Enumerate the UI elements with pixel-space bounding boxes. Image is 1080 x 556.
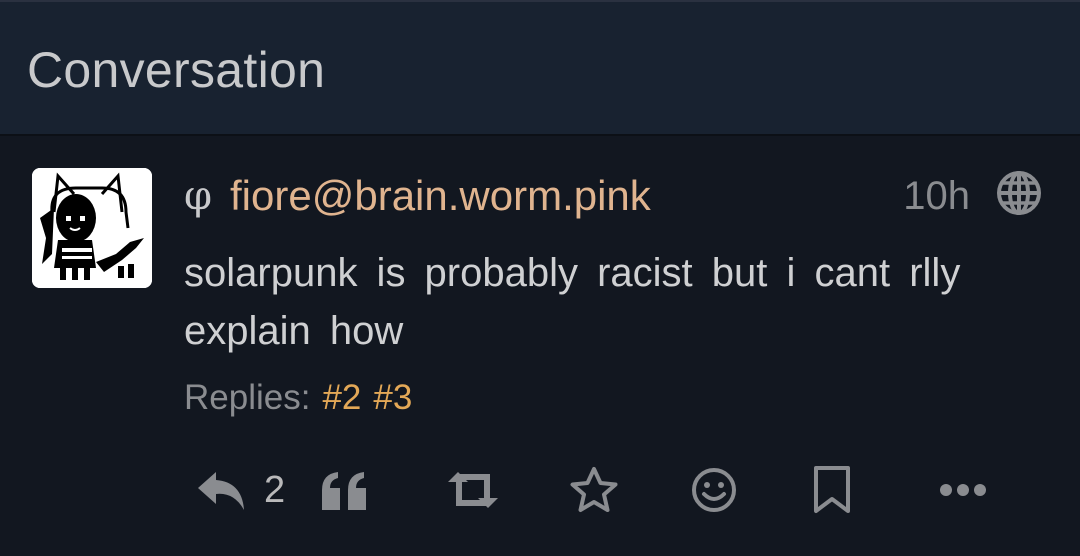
globe-icon: [996, 170, 1042, 216]
retweet-button[interactable]: [444, 462, 502, 518]
reply-link-2[interactable]: #2: [322, 378, 361, 417]
avatar[interactable]: [32, 168, 152, 288]
status-content: solarpunk is probably racist but i cant …: [184, 251, 961, 353]
replies-label: Replies:: [184, 378, 311, 417]
status-post: φ fiore@brain.worm.pink 10h solarpunk is…: [0, 136, 1080, 556]
status-actions: 2: [0, 462, 1080, 522]
star-icon: [570, 467, 618, 512]
quote-button[interactable]: [320, 462, 370, 518]
reply-link-3[interactable]: #3: [373, 378, 412, 417]
quote-icon: [322, 472, 366, 510]
user-marker: φ: [184, 173, 213, 219]
panel-heading: Conversation: [0, 2, 1080, 136]
emoji-reaction-button[interactable]: [690, 462, 738, 518]
reply-icon: [198, 472, 244, 510]
panel-title: Conversation: [27, 42, 326, 98]
timestamp-link[interactable]: 10h: [903, 174, 970, 218]
replies-line: Replies: #2 #3: [184, 374, 412, 422]
bookmark-button[interactable]: [812, 462, 852, 518]
more-button[interactable]: [938, 462, 988, 518]
reply-button[interactable]: 2: [196, 462, 285, 518]
conversation-panel: Conversation φ fiore@brain.worm.pink 10h…: [0, 0, 1080, 556]
reply-count: 2: [264, 469, 286, 511]
bookmark-icon: [814, 466, 850, 513]
favorite-button[interactable]: [569, 462, 619, 518]
pixel-cat-avatar-icon: [32, 168, 152, 288]
more-icon: [940, 484, 986, 496]
username-link[interactable]: fiore@brain.worm.pink: [230, 175, 651, 217]
retweet-icon: [448, 472, 498, 508]
status-header: φ fiore@brain.worm.pink: [184, 170, 651, 222]
emoji-icon: [692, 468, 736, 512]
